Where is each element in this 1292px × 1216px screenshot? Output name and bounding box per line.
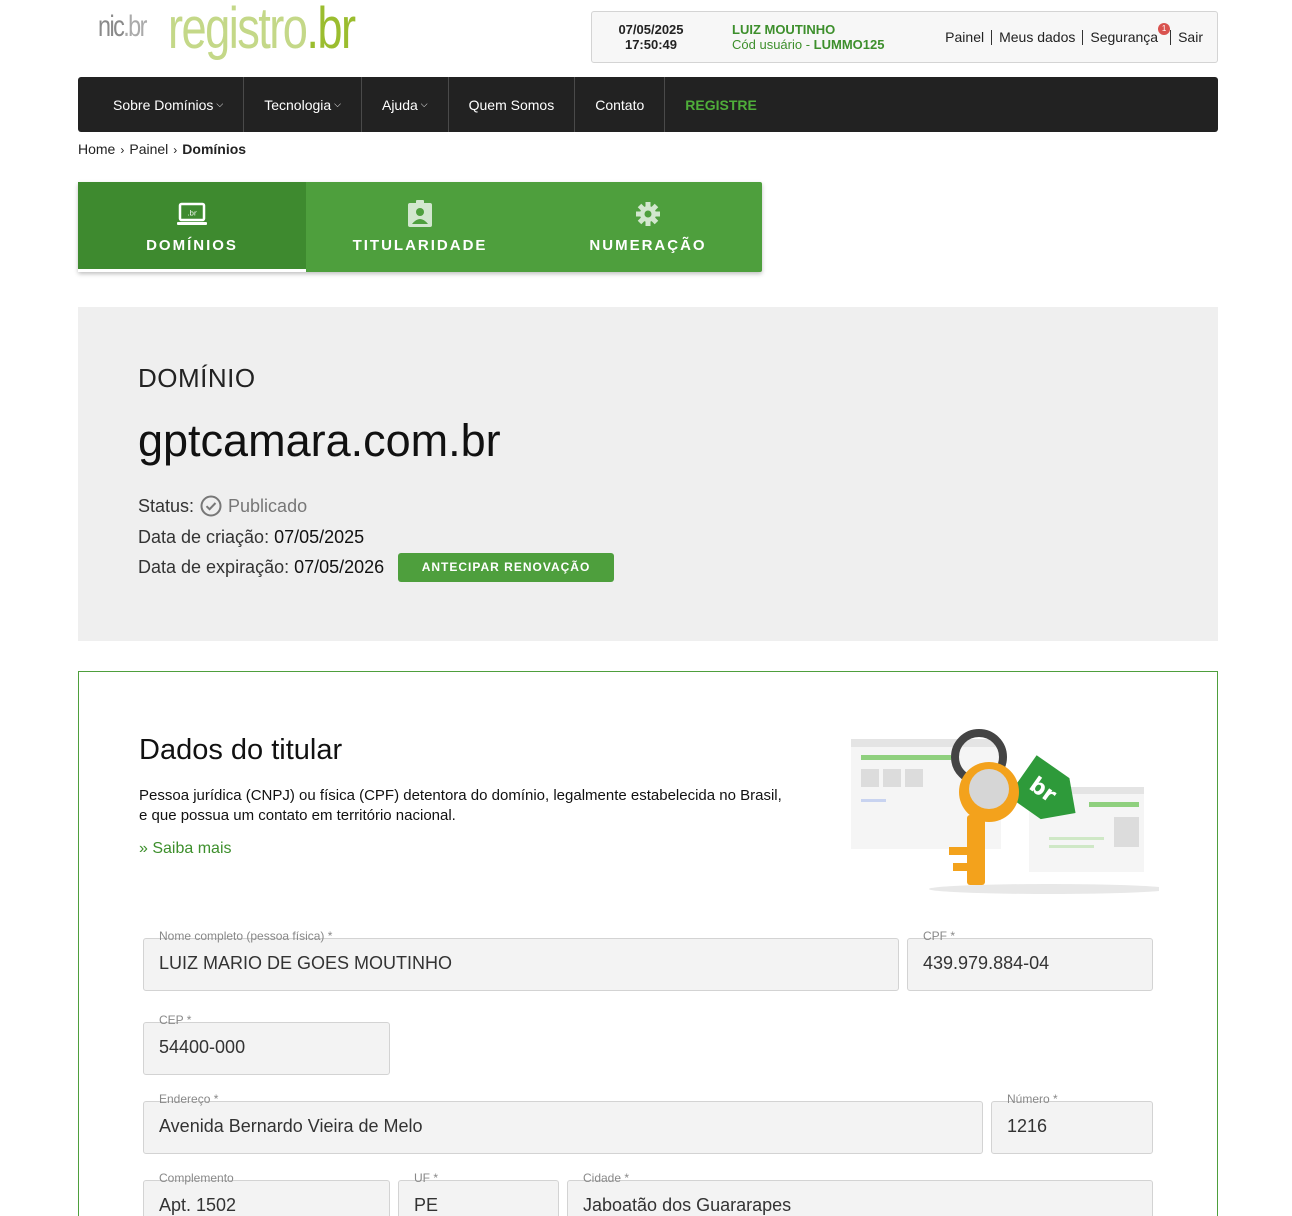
cep-label: CEP * (159, 1013, 192, 1027)
breadcrumb-home[interactable]: Home (78, 141, 115, 157)
link-meus-dados[interactable]: Meus dados (999, 29, 1075, 45)
logo-registro: registro.br (168, 0, 356, 61)
user-code-line: Cód usuário - LUMMO125 (732, 37, 884, 52)
link-separator (1082, 29, 1084, 45)
nav-ajuda[interactable]: Ajuda ⌵ (362, 77, 449, 132)
key-illustration-icon: br (851, 729, 1159, 894)
session-time: 17:50:49 (624, 37, 678, 52)
tab-numeracao[interactable]: NUMERAÇÃO (534, 182, 762, 272)
cpf-value: 439.979.884-04 (923, 953, 1050, 973)
domain-summary-panel: DOMÍNIO gptcamara.com.br Status: Publica… (78, 307, 1218, 641)
breadcrumb-painel[interactable]: Painel (129, 141, 168, 157)
cidade-field[interactable]: Cidade * Jaboatão dos Guararapes (567, 1171, 1153, 1216)
main-nav: Sobre Domínios ⌵ Tecnologia ⌵ Ajuda ⌵ Quem … (78, 77, 1218, 132)
expire-value: 07/05/2026 (294, 557, 385, 577)
session-datetime: 07/05/2025 17:50:49 (612, 22, 690, 52)
tab-dominios[interactable]: .br DOMÍNIOS (78, 182, 306, 272)
saiba-mais-link[interactable]: » Saiba mais (139, 840, 232, 858)
user-links: Painel Meus dados Segurança 1 Sair (945, 23, 1203, 45)
chevron-down-icon: ⌵ (334, 99, 341, 109)
endereco-value: Avenida Bernardo Vieira de Melo (159, 1116, 423, 1136)
nome-label: Nome completo (pessoa física) * (159, 929, 333, 943)
cidade-label: Cidade * (583, 1171, 630, 1185)
chevron-down-icon: ⌵ (420, 99, 428, 109)
tab-label: DOMÍNIOS (146, 237, 238, 254)
nome-value: LUIZ MARIO DE GOES MOUTINHO (159, 953, 453, 973)
status-value: Publicado (228, 495, 308, 516)
expire-label: Data de expiração: (138, 557, 290, 577)
check-circle-icon (200, 495, 222, 517)
link-separator (991, 29, 993, 45)
notification-badge: 1 (1158, 23, 1171, 35)
link-painel[interactable]: Painel (945, 29, 984, 45)
complemento-value: Apt. 1502 (159, 1195, 237, 1215)
uf-label: UF * (414, 1171, 438, 1185)
link-seguranca[interactable]: Segurança (1090, 29, 1158, 45)
cep-value: 54400-000 (159, 1037, 246, 1057)
laptop-br-icon: .br (177, 202, 207, 225)
link-separator (1170, 29, 1172, 45)
nav-contato[interactable]: Contato (575, 77, 666, 132)
gear-icon (636, 202, 660, 226)
cep-field[interactable]: CEP * 54400-000 (143, 1013, 390, 1075)
created-label: Data de criação: (138, 527, 270, 547)
user-code-label: Cód usuário - (732, 37, 814, 52)
cpf-label: CPF * (923, 929, 956, 943)
complemento-field[interactable]: Complemento Apt. 1502 (143, 1171, 390, 1216)
endereco-field[interactable]: Endereço * Avenida Bernardo Vieira de Me… (143, 1092, 983, 1154)
cpf-field[interactable]: CPF * 439.979.884-04 (907, 929, 1153, 991)
holder-description: Pessoa jurídica (CNPJ) ou física (CPF) d… (139, 787, 782, 824)
link-sair[interactable]: Sair (1178, 29, 1203, 45)
session-date: 07/05/2025 (618, 22, 684, 37)
section-tabs: .br DOMÍNIOS TITULARIDADE NUMERAÇÃO (78, 182, 762, 272)
numero-value: 1216 (1007, 1116, 1048, 1136)
chevron-down-icon: ⌵ (216, 99, 224, 109)
link-seguranca-wrap[interactable]: Segurança 1 (1090, 23, 1171, 45)
breadcrumb-separator: › (173, 143, 178, 157)
domain-status-row: Status: Publicado (138, 495, 307, 517)
status-label: Status: (138, 495, 195, 516)
logo-nic: nic.br (98, 10, 147, 43)
nav-tecnologia[interactable]: Tecnologia ⌵ (244, 77, 362, 132)
breadcrumb: Home › Painel › Domínios (78, 141, 246, 157)
user-info-box: 07/05/2025 17:50:49 LUIZ MOUTINHO Cód us… (591, 11, 1218, 63)
numero-field[interactable]: Número * 1216 (991, 1092, 1153, 1154)
svg-text:.br: .br (187, 210, 197, 218)
cidade-value: Jaboatão dos Guararapes (583, 1195, 792, 1215)
tab-label: TITULARIDADE (352, 237, 488, 254)
holder-data-section: Dados do titular Pessoa jurídica (CNPJ) … (78, 671, 1218, 1216)
nav-quem-somos[interactable]: Quem Somos (449, 77, 576, 132)
domain-section-label: DOMÍNIO (138, 363, 256, 393)
endereco-label: Endereço * (159, 1092, 219, 1106)
created-value: 07/05/2025 (274, 527, 365, 547)
user-name: LUIZ MOUTINHO (732, 22, 836, 37)
domain-created-row: Data de criação: 07/05/2025 (138, 527, 364, 548)
breadcrumb-current: Domínios (182, 141, 247, 157)
badge-person-icon (408, 200, 432, 227)
complemento-label: Complemento (159, 1171, 234, 1185)
tab-titularidade[interactable]: TITULARIDADE (306, 182, 534, 272)
nome-field[interactable]: Nome completo (pessoa física) * LUIZ MAR… (143, 929, 899, 991)
holder-title: Dados do titular (139, 734, 343, 766)
nav-registre[interactable]: REGISTRE (665, 77, 777, 132)
tab-label: NUMERAÇÃO (589, 237, 707, 254)
uf-value: PE (414, 1195, 439, 1215)
numero-label: Número * (1007, 1092, 1058, 1106)
renew-button[interactable]: ANTECIPAR RENOVAÇÃO (398, 553, 614, 582)
user-code: LUMMO125 (813, 37, 885, 52)
nav-sobre-dominios[interactable]: Sobre Domínios ⌵ (78, 77, 245, 132)
user-identity: LUIZ MOUTINHO Cód usuário - LUMMO125 (732, 22, 884, 52)
uf-field[interactable]: UF * PE (398, 1171, 559, 1216)
breadcrumb-separator: › (120, 143, 125, 157)
domain-expire-row: Data de expiração: 07/05/2026 (138, 557, 384, 578)
domain-name: gptcamara.com.br (138, 415, 501, 466)
